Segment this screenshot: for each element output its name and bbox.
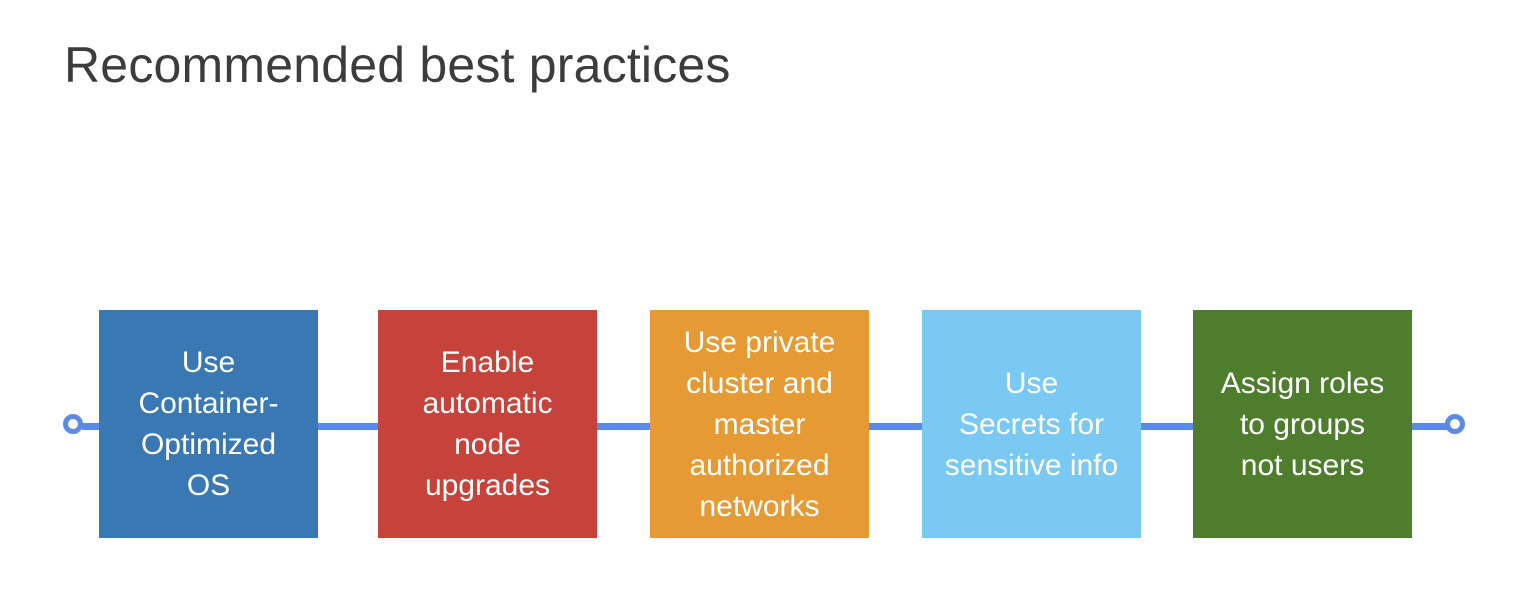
connector-line: [1411, 423, 1447, 430]
step-container-optimized-os: Use Container- Optimized OS: [99, 310, 318, 538]
step-secrets: Use Secrets for sensitive info: [922, 310, 1141, 538]
step-label: Enable automatic node upgrades: [422, 346, 553, 502]
step-automatic-node-upgrades: Enable automatic node upgrades: [378, 310, 597, 538]
step-private-cluster: Use private cluster and master authorize…: [650, 310, 869, 538]
step-label: Assign roles to groups not users: [1220, 366, 1385, 482]
step-assign-roles: Assign roles to groups not users: [1193, 310, 1412, 538]
start-endpoint-circle: [63, 414, 83, 434]
connector-line: [868, 423, 922, 430]
connector-line: [82, 423, 100, 430]
step-label: Use private cluster and master authorize…: [683, 325, 836, 523]
connector-line: [596, 423, 650, 430]
connector-line: [318, 423, 378, 430]
step-label: Use Secrets for sensitive info: [944, 366, 1119, 482]
step-label: Use Container- Optimized OS: [138, 346, 279, 502]
page-title: Recommended best practices: [64, 37, 731, 93]
connector-line: [1140, 423, 1194, 430]
end-endpoint-circle: [1445, 414, 1465, 434]
